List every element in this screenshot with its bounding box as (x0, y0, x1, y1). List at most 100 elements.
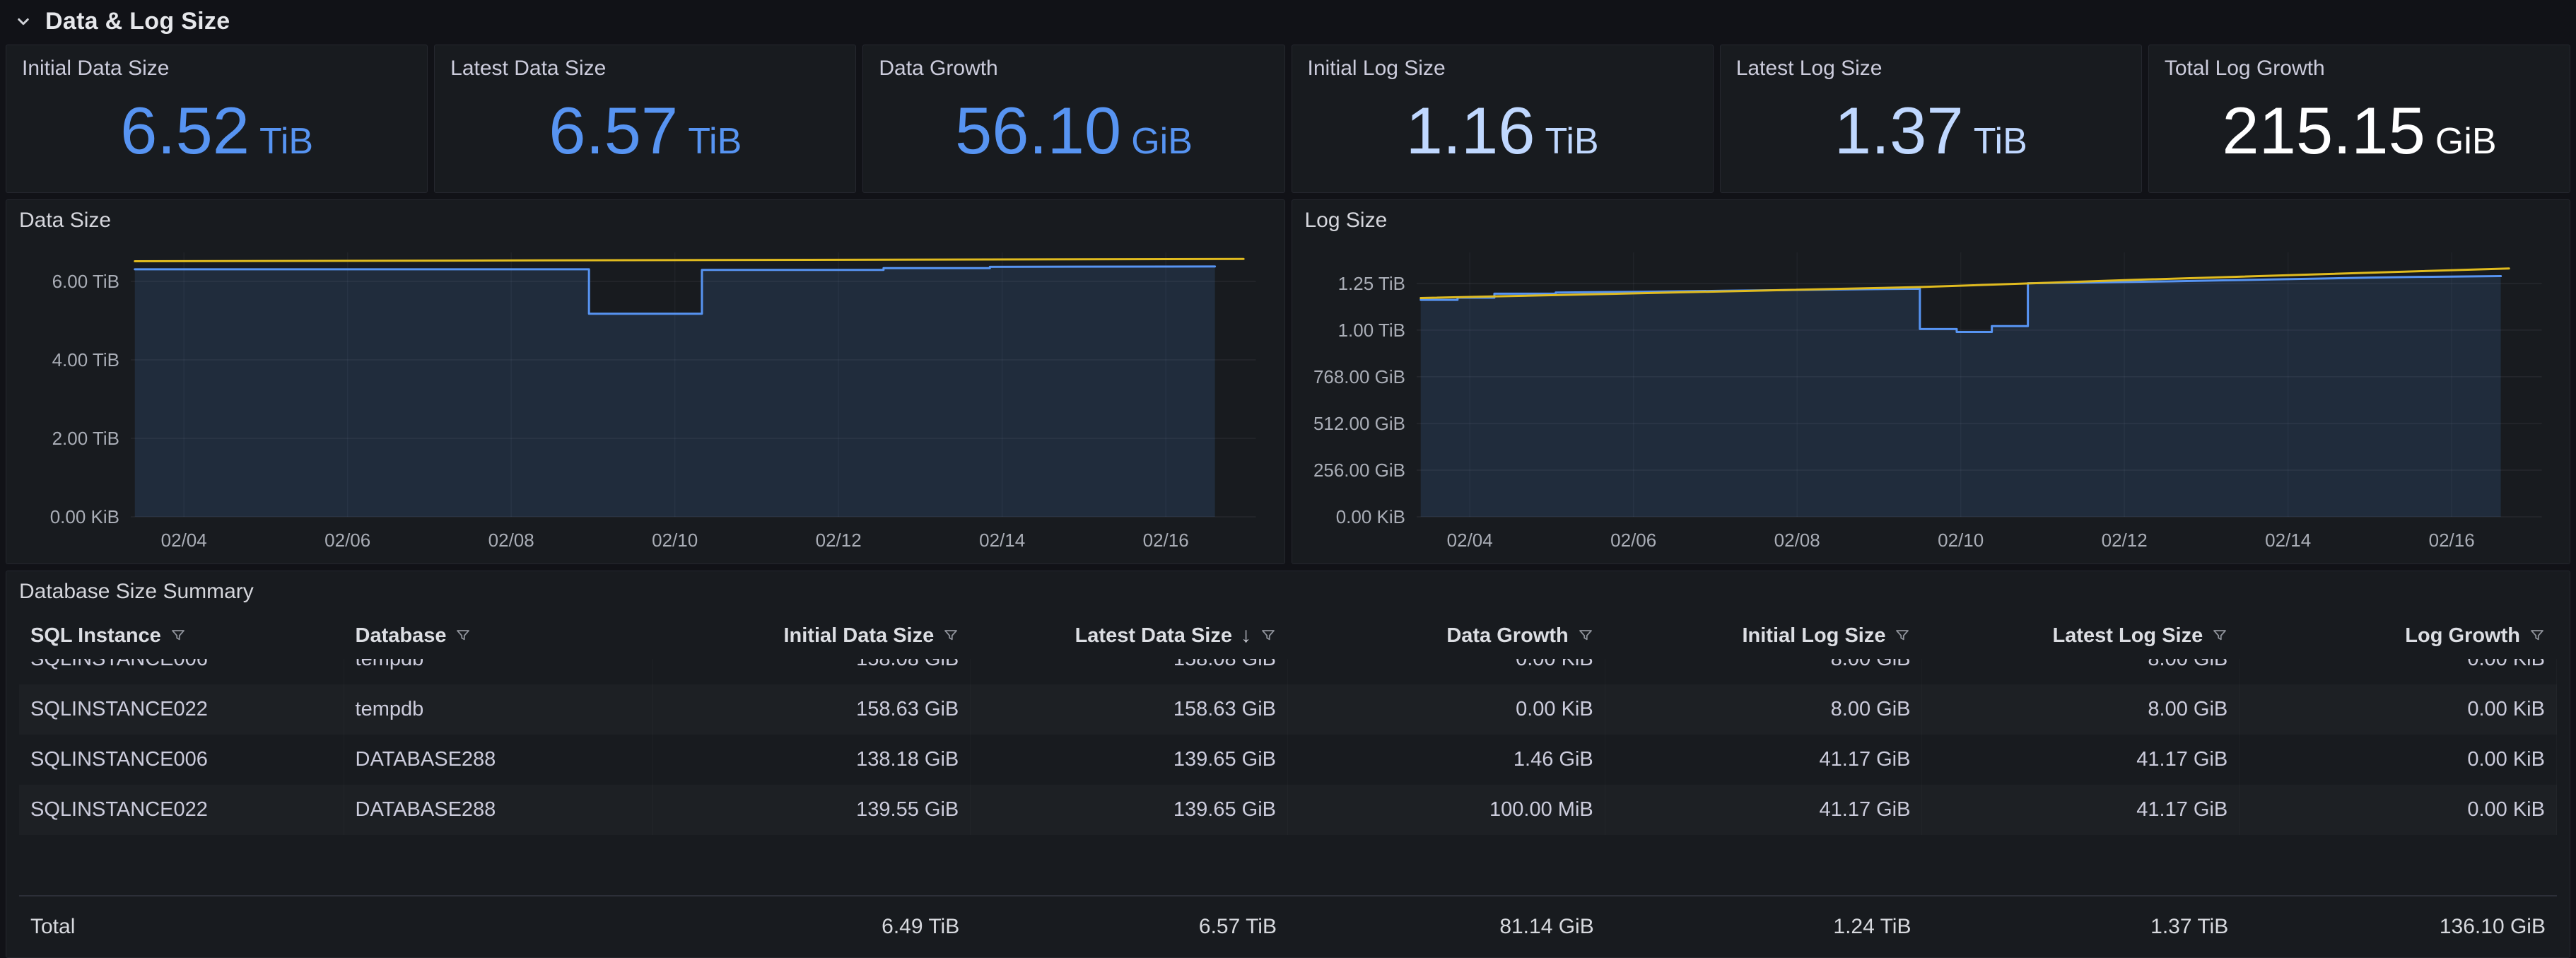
filter-icon[interactable] (455, 627, 472, 644)
log-size-chart[interactable]: 02/0402/0602/0802/1002/1202/1402/160.00 … (1305, 241, 2558, 556)
row-title: Data & Log Size (45, 8, 230, 35)
panel-data-size: Data Size 02/0402/0602/0802/1002/1202/14… (6, 199, 1285, 564)
stat-panel-title[interactable]: Total Log Growth (2165, 57, 2554, 81)
y-tick-label: 4.00 TiB (52, 349, 119, 370)
stat-value-area: 56.10 GiB (879, 81, 1268, 181)
stat-panel-title[interactable]: Data Growth (879, 57, 1268, 81)
stat-unit: TiB (688, 123, 742, 164)
stat-value-area: 1.16 TiB (1308, 81, 1697, 181)
row-header-data-log-size[interactable]: Data & Log Size (6, 4, 2570, 38)
total-cell (344, 902, 654, 952)
table-header-row: SQL InstanceDatabaseInitial Data SizeLat… (19, 612, 2557, 659)
total-cell: 81.14 GiB (1288, 902, 1605, 952)
y-tick-label: 768.00 GiB (1313, 366, 1405, 387)
y-tick-label: 6.00 TiB (52, 271, 119, 292)
column-header-database[interactable]: Database (344, 624, 654, 648)
y-tick-label: 0.00 KiB (1335, 506, 1405, 527)
table-cell: 8.00 GiB (1605, 659, 1923, 684)
x-tick-label: 02/16 (2428, 530, 2474, 551)
column-header-sql-instance[interactable]: SQL Instance (19, 624, 344, 648)
charts-row: Data Size 02/0402/0602/0802/1002/1202/14… (6, 199, 2570, 564)
table-cell: 139.55 GiB (653, 785, 971, 835)
column-label: Latest Data Size (1075, 624, 1232, 648)
table-cell: DATABASE288 (344, 735, 654, 785)
panel-title-data-size[interactable]: Data Size (19, 209, 1272, 241)
y-tick-label: 1.00 TiB (1337, 320, 1405, 341)
y-tick-label: 1.25 TiB (1337, 273, 1405, 294)
x-tick-label: 02/04 (161, 530, 207, 551)
column-header-log-growth[interactable]: Log Growth (2240, 624, 2557, 648)
table-cell: 41.17 GiB (1922, 735, 2240, 785)
stat-unit: TiB (1545, 123, 1599, 164)
table-body-viewport[interactable]: SQLINSTANCE006tempdb158.08 GiB158.08 GiB… (19, 659, 2557, 895)
stat-panel: Initial Data Size 6.52 TiB (6, 45, 428, 193)
table-cell: 0.00 KiB (1288, 684, 1605, 735)
table-cell: 0.00 KiB (2240, 684, 2557, 735)
stat-panel: Total Log Growth 215.15 GiB (2148, 45, 2570, 193)
column-header-data-growth[interactable]: Data Growth (1288, 624, 1605, 648)
stat-value: 56.10 (955, 98, 1121, 164)
chevron-down-icon[interactable] (13, 11, 34, 32)
stat-unit: GiB (1131, 123, 1193, 164)
stat-panel-title[interactable]: Latest Data Size (450, 57, 840, 81)
table-cell: 100.00 MiB (1288, 785, 1605, 835)
sort-desc-icon[interactable]: ↓ (1241, 624, 1251, 648)
column-header-latest-log-size[interactable]: Latest Log Size (1922, 624, 2240, 648)
filter-icon[interactable] (1894, 627, 1911, 644)
stat-value-area: 1.37 TiB (1736, 81, 2126, 181)
stat-value: 1.37 (1834, 98, 1964, 164)
stat-panel: Latest Data Size 6.57 TiB (434, 45, 856, 193)
table-cell: 158.08 GiB (971, 659, 1288, 684)
stat-unit: GiB (2435, 123, 2497, 164)
x-tick-label: 02/12 (816, 530, 862, 551)
column-header-latest-data-size[interactable]: Latest Data Size ↓ (971, 624, 1288, 648)
table-row: SQLINSTANCE022DATABASE288139.55 GiB139.6… (19, 785, 2557, 835)
x-tick-label: 02/06 (1610, 530, 1656, 551)
y-tick-label: 2.00 TiB (52, 428, 119, 449)
stat-value-area: 215.15 GiB (2165, 81, 2554, 181)
column-label: SQL Instance (30, 624, 161, 648)
table-cell: 158.63 GiB (653, 684, 971, 735)
total-cell: 1.37 TiB (1922, 902, 2240, 952)
x-tick-label: 02/08 (488, 530, 534, 551)
stat-panel-title[interactable]: Initial Data Size (22, 57, 411, 81)
x-tick-label: 02/08 (1774, 530, 1820, 551)
panel-log-size: Log Size 02/0402/0602/0802/1002/1202/140… (1292, 199, 2571, 564)
series_yellow-line (135, 259, 1243, 261)
panel-title-log-size[interactable]: Log Size (1305, 209, 2558, 241)
total-cell: 136.10 GiB (2240, 902, 2557, 952)
filter-icon[interactable] (2529, 627, 2546, 644)
table-cell: 8.00 GiB (1922, 659, 2240, 684)
table-row: SQLINSTANCE006tempdb158.08 GiB158.08 GiB… (19, 659, 2557, 684)
x-tick-label: 02/14 (979, 530, 1025, 551)
panel-title-database-size-summary[interactable]: Database Size Summary (19, 580, 2557, 612)
table-cell: 0.00 KiB (2240, 659, 2557, 684)
column-label: Latest Log Size (2053, 624, 2203, 648)
table-cell: 0.00 KiB (2240, 735, 2557, 785)
table-cell: DATABASE288 (344, 785, 654, 835)
filter-icon[interactable] (942, 627, 959, 644)
stat-value-area: 6.57 TiB (450, 81, 840, 181)
table-body: SQLINSTANCE006tempdb158.08 GiB158.08 GiB… (19, 659, 2557, 835)
stat-panel-title[interactable]: Latest Log Size (1736, 57, 2126, 81)
stat-value: 6.57 (549, 98, 678, 164)
filter-icon[interactable] (2211, 627, 2228, 644)
table-cell: 139.65 GiB (971, 735, 1288, 785)
stat-value: 1.16 (1406, 98, 1535, 164)
filter-icon[interactable] (170, 627, 187, 644)
data-size-chart[interactable]: 02/0402/0602/0802/1002/1202/1402/160.00 … (19, 241, 1272, 556)
total-cell: 6.57 TiB (971, 902, 1288, 952)
column-header-initial-log-size[interactable]: Initial Log Size (1605, 624, 1923, 648)
stat-panel-title[interactable]: Initial Log Size (1308, 57, 1697, 81)
table-cell: 1.46 GiB (1288, 735, 1605, 785)
stat-panel: Data Growth 56.10 GiB (862, 45, 1284, 193)
table-row: SQLINSTANCE022tempdb158.63 GiB158.63 GiB… (19, 684, 2557, 735)
x-tick-label: 02/12 (2101, 530, 2147, 551)
filter-icon[interactable] (1577, 627, 1594, 644)
filter-icon[interactable] (1260, 627, 1277, 644)
table-row: SQLINSTANCE006DATABASE288138.18 GiB139.6… (19, 735, 2557, 785)
column-header-initial-data-size[interactable]: Initial Data Size (653, 624, 971, 648)
table-cell: 8.00 GiB (1605, 684, 1923, 735)
table-cell: SQLINSTANCE006 (19, 735, 344, 785)
column-label: Log Growth (2405, 624, 2520, 648)
